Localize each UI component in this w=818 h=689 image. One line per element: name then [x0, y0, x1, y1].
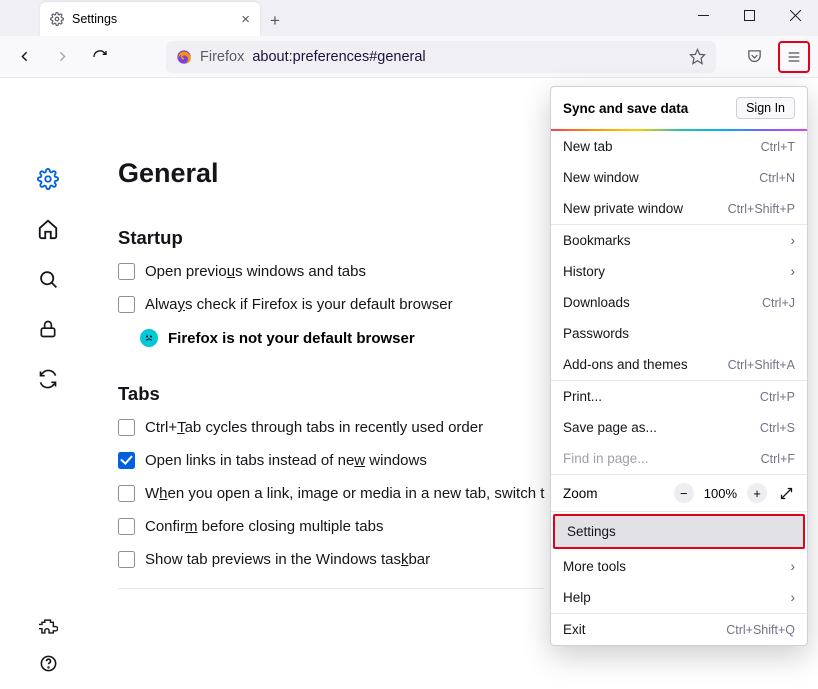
close-icon[interactable]: × [241, 11, 250, 28]
zoom-out-button[interactable]: − [674, 483, 694, 503]
menu-help[interactable]: Help› [551, 582, 807, 613]
menu-addons[interactable]: Add-ons and themesCtrl+Shift+A [551, 349, 807, 380]
open-links-row[interactable]: Open links in tabs instead of new window… [118, 452, 544, 469]
open-links-label: Open links in tabs instead of new window… [145, 452, 427, 469]
open-previous-checkbox-row[interactable]: Open previous windows and tabs [118, 263, 544, 280]
confirm-label: Confirm before closing multiple tabs [145, 518, 383, 535]
forward-button[interactable] [46, 41, 78, 73]
browser-tab[interactable]: Settings × [40, 2, 260, 36]
sign-in-button[interactable]: Sign In [736, 97, 795, 119]
checkbox-icon[interactable] [118, 296, 135, 313]
window-minimize-button[interactable] [680, 0, 726, 30]
zoom-in-button[interactable]: + [747, 483, 767, 503]
window-close-button[interactable] [772, 0, 818, 30]
menu-print[interactable]: Print...Ctrl+P [551, 381, 807, 412]
back-button[interactable] [8, 41, 40, 73]
chevron-right-icon: › [791, 590, 796, 605]
tab-title: Settings [72, 12, 117, 26]
extensions-icon[interactable] [37, 616, 59, 638]
gear-icon [50, 12, 64, 26]
lock-icon[interactable] [37, 318, 59, 340]
navigation-toolbar: Firefox about:preferences#general [0, 36, 818, 78]
not-default-text: Firefox is not your default browser [168, 330, 415, 347]
menu-exit[interactable]: ExitCtrl+Shift+Q [551, 614, 807, 645]
menu-downloads[interactable]: DownloadsCtrl+J [551, 287, 807, 318]
chevron-right-icon: › [791, 233, 796, 248]
menu-new-private-window[interactable]: New private windowCtrl+Shift+P [551, 193, 807, 224]
always-check-label: Always check if Firefox is your default … [145, 296, 453, 313]
menu-more-tools[interactable]: More tools› [551, 551, 807, 582]
checkbox-checked-icon[interactable] [118, 452, 135, 469]
home-icon[interactable] [37, 218, 59, 240]
startup-heading: Startup [118, 227, 544, 249]
tab-bar: Settings × + [0, 0, 818, 36]
checkbox-icon[interactable] [118, 551, 135, 568]
checkbox-icon[interactable] [118, 518, 135, 535]
reload-button[interactable] [84, 41, 116, 73]
url-text: about:preferences#general [252, 49, 425, 65]
open-previous-label: Open previous windows and tabs [145, 263, 366, 280]
checkbox-icon[interactable] [118, 419, 135, 436]
sync-icon[interactable] [37, 368, 59, 390]
menu-new-tab[interactable]: New tabCtrl+T [551, 131, 807, 162]
menu-settings[interactable]: Settings [553, 514, 805, 549]
menu-separator [551, 511, 807, 512]
always-check-default-row[interactable]: Always check if Firefox is your default … [118, 296, 544, 313]
confirm-close-row[interactable]: Confirm before closing multiple tabs [118, 518, 544, 535]
checkbox-icon[interactable] [118, 263, 135, 280]
ctrltab-label: Ctrl+Tab cycles through tabs in recently… [145, 419, 483, 436]
preferences-sidebar [0, 78, 96, 689]
general-icon[interactable] [37, 168, 59, 190]
window-maximize-button[interactable] [726, 0, 772, 30]
firefox-icon [176, 49, 192, 65]
switch-to-new-tab-row[interactable]: When you open a link, image or media in … [118, 485, 544, 502]
checkbox-icon[interactable] [118, 485, 135, 502]
ctrltab-row[interactable]: Ctrl+Tab cycles through tabs in recently… [118, 419, 544, 436]
menu-zoom-row: Zoom − 100% + [551, 475, 807, 511]
menu-history[interactable]: History› [551, 256, 807, 287]
switch-label: When you open a link, image or media in … [145, 485, 544, 502]
sync-header: Sync and save data [563, 101, 688, 116]
not-default-browser-row: Firefox is not your default browser [140, 329, 544, 347]
menu-passwords[interactable]: Passwords [551, 318, 807, 349]
address-bar[interactable]: Firefox about:preferences#general [166, 41, 716, 73]
zoom-value: 100% [704, 486, 737, 501]
app-menu-popup: Sync and save data Sign In New tabCtrl+T… [550, 86, 808, 646]
sad-face-icon [140, 329, 158, 347]
zoom-label: Zoom [563, 486, 664, 501]
menu-save-as[interactable]: Save page as...Ctrl+S [551, 412, 807, 443]
chevron-right-icon: › [791, 264, 796, 279]
menu-bookmarks[interactable]: Bookmarks› [551, 225, 807, 256]
identity-label: Firefox [200, 49, 244, 65]
menu-new-window[interactable]: New windowCtrl+N [551, 162, 807, 193]
app-menu-button[interactable] [778, 41, 810, 73]
new-tab-button[interactable]: + [260, 6, 290, 36]
search-icon[interactable] [37, 268, 59, 290]
pocket-icon[interactable] [738, 41, 770, 73]
chevron-right-icon: › [791, 559, 796, 574]
taskbar-preview-row[interactable]: Show tab previews in the Windows taskbar [118, 551, 544, 568]
fullscreen-icon[interactable] [777, 484, 795, 502]
page-title: General [118, 158, 544, 189]
bookmark-star-icon[interactable] [689, 48, 706, 65]
tabs-heading: Tabs [118, 383, 544, 405]
section-divider [118, 588, 544, 589]
taskbar-preview-label: Show tab previews in the Windows taskbar [145, 551, 430, 568]
menu-find-in-page[interactable]: Find in page...Ctrl+F [551, 443, 807, 474]
help-icon[interactable] [37, 652, 59, 674]
